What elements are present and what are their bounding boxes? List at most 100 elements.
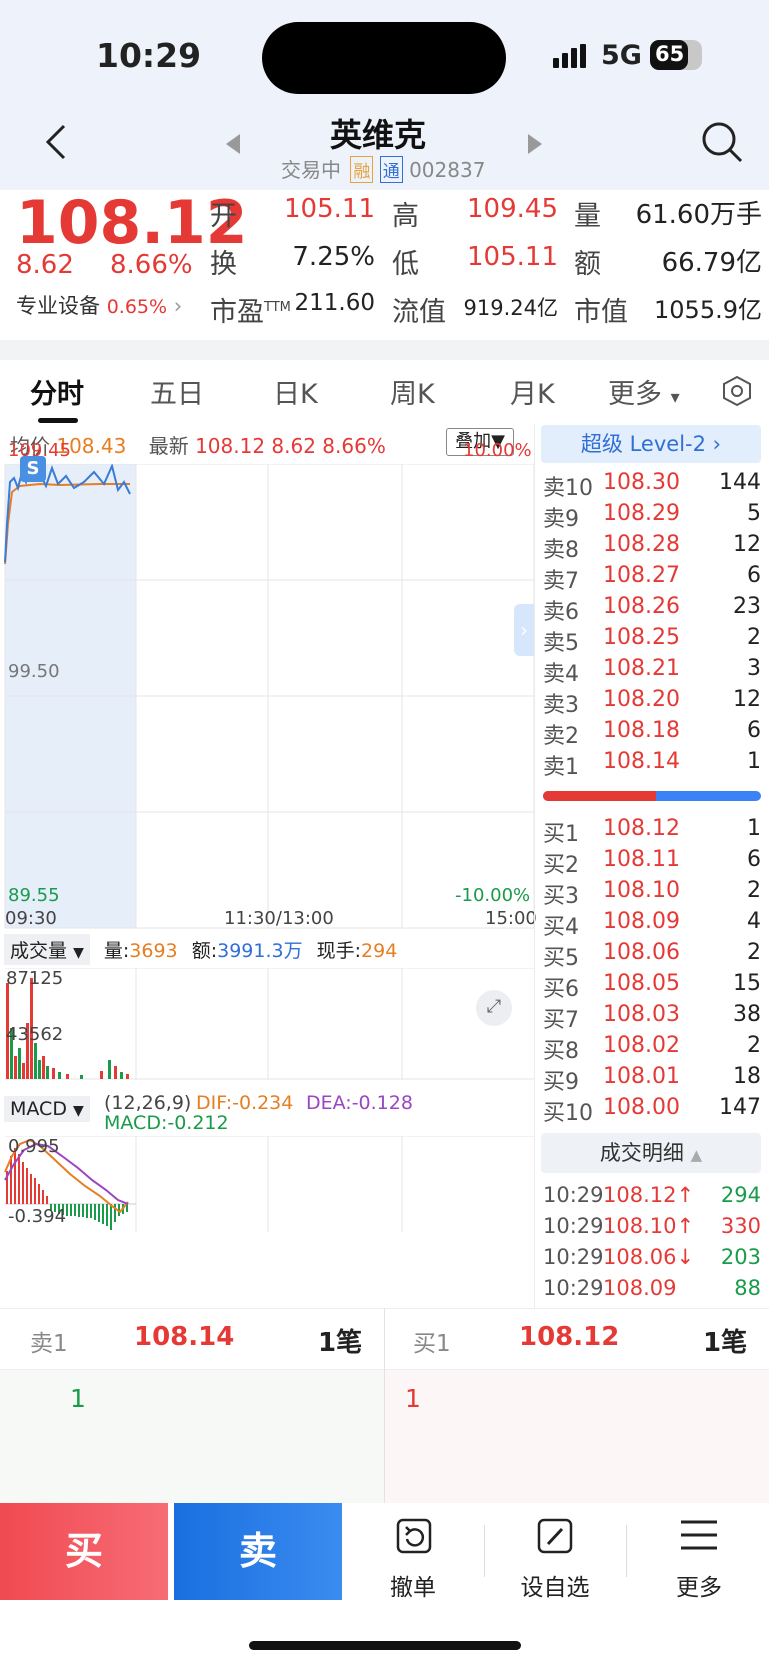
stock-code: 002837 bbox=[409, 158, 486, 182]
tab-five-day[interactable]: 五日 bbox=[150, 372, 204, 411]
buy-price: 108.10 bbox=[603, 878, 680, 903]
sell-row: 卖5 108.25 2 bbox=[543, 625, 761, 656]
intraday-chart[interactable]: 均价 108.43 最新 108.12 8.62 8.66% 叠加▼ 109.4… bbox=[0, 424, 537, 1308]
vol-label-top: 87125 bbox=[6, 968, 64, 989]
amt-label: 额: bbox=[191, 940, 218, 962]
sell-label: 卖7 bbox=[543, 569, 579, 594]
high-label: 高 bbox=[392, 201, 419, 232]
buy-label: 买3 bbox=[543, 884, 579, 909]
buy-volume: 2 bbox=[747, 878, 761, 903]
trade-row: 10:29 108.10↑ 330 bbox=[543, 1214, 761, 1245]
sell-row: 卖1 108.14 1 bbox=[543, 749, 761, 780]
signal-icon bbox=[553, 44, 589, 68]
sell-volume: 144 bbox=[719, 470, 761, 495]
vol-label: 量: bbox=[103, 940, 130, 962]
tab-monthly-k[interactable]: 月K bbox=[510, 372, 555, 411]
action-bar: 买 卖 撤单 设自选 更多 bbox=[0, 1503, 769, 1601]
y-label-bottom: 89.55 bbox=[8, 885, 60, 906]
sell-volume: 12 bbox=[733, 532, 761, 557]
vol-value: 3693 bbox=[129, 940, 178, 962]
level2-button[interactable]: 超级 Level-2 › bbox=[541, 425, 761, 463]
search-icon[interactable] bbox=[700, 120, 744, 164]
volume-label: 量 bbox=[574, 201, 601, 232]
badge-rong: 融 bbox=[350, 156, 374, 183]
sell-price: 108.21 bbox=[603, 656, 680, 681]
buy1-queue[interactable]: 买1 108.12 1笔 1 bbox=[385, 1308, 769, 1503]
sell-label: 卖4 bbox=[543, 662, 579, 687]
sell-volume: 6 bbox=[747, 718, 761, 743]
trade-detail-button[interactable]: 成交明细 ▲ bbox=[541, 1133, 761, 1173]
sell-label: 卖5 bbox=[543, 631, 579, 656]
buy-row: 买1 108.12 1 bbox=[543, 816, 761, 847]
buy-label: 买8 bbox=[543, 1039, 579, 1064]
order-queue-panel: 卖1 108.14 1笔 1 买1 108.12 1笔 1 bbox=[0, 1308, 769, 1503]
latest-change: 8.62 bbox=[271, 434, 316, 458]
prev-stock-icon[interactable] bbox=[226, 134, 240, 154]
buy-price: 108.06 bbox=[603, 940, 680, 965]
sell-price: 108.14 bbox=[603, 749, 680, 774]
tab-intraday[interactable]: 分时 bbox=[30, 372, 84, 411]
x-label-mid: 11:30/13:00 bbox=[224, 908, 334, 929]
low-value: 105.11 bbox=[467, 242, 558, 272]
buy-row: 买9 108.01 18 bbox=[543, 1064, 761, 1095]
sell-label: 卖8 bbox=[543, 538, 579, 563]
tab-weekly-k[interactable]: 周K bbox=[390, 372, 435, 411]
latest-value: 108.12 bbox=[195, 434, 266, 458]
macd-dea: DEA:-0.128 bbox=[306, 1092, 413, 1114]
pe-label: 市盈TTM bbox=[210, 290, 291, 329]
macd-indicator-button[interactable]: MACD ▼ bbox=[4, 1096, 90, 1122]
expand-chart-icon[interactable]: ⤢ bbox=[476, 990, 512, 1026]
expand-side-button[interactable]: › bbox=[514, 604, 534, 656]
amount-label: 额 bbox=[574, 249, 601, 280]
edit-icon bbox=[537, 1518, 573, 1554]
cancel-order-button[interactable]: 撤单 bbox=[343, 1503, 483, 1601]
divider bbox=[626, 1525, 627, 1577]
trading-status: 交易中 bbox=[281, 158, 341, 182]
next-stock-icon[interactable] bbox=[528, 134, 542, 154]
add-watchlist-label: 设自选 bbox=[520, 1575, 590, 1601]
buy-volume: 15 bbox=[733, 971, 761, 996]
tab-more[interactable]: 更多 ▾ bbox=[608, 372, 680, 411]
buy-row: 买4 108.09 4 bbox=[543, 909, 761, 940]
pct-label-top: 10.00% bbox=[463, 440, 532, 461]
back-icon[interactable] bbox=[38, 122, 78, 162]
sell-button[interactable]: 卖 bbox=[174, 1503, 342, 1600]
buy-label: 买5 bbox=[543, 946, 579, 971]
trade-price: 108.12↑ bbox=[603, 1183, 695, 1207]
buy-label: 买10 bbox=[543, 1101, 593, 1126]
trade-price: 108.09 bbox=[603, 1276, 677, 1300]
level2-label: 超级 Level-2 bbox=[580, 432, 706, 456]
sell-row: 卖10 108.30 144 bbox=[543, 470, 761, 501]
sell-volume: 1 bbox=[747, 749, 761, 774]
buy-label: 买7 bbox=[543, 1008, 579, 1033]
buy-label: 买6 bbox=[543, 977, 579, 1002]
chart-tabs: 分时 五日 日K 周K 月K 更多 ▾ bbox=[0, 360, 769, 424]
stock-subtitle: 交易中 融 通 002837 bbox=[281, 154, 485, 183]
sell1-price: 108.14 bbox=[134, 1322, 235, 1352]
volume-indicator-button[interactable]: 成交量 ▼ bbox=[4, 934, 90, 965]
s-marker[interactable]: S bbox=[20, 456, 46, 482]
buy-label: 买9 bbox=[543, 1070, 579, 1095]
home-indicator[interactable] bbox=[249, 1641, 521, 1650]
more-button[interactable]: 更多 bbox=[629, 1503, 769, 1601]
sell-row: 卖9 108.29 5 bbox=[543, 501, 761, 532]
sell-volume: 12 bbox=[733, 687, 761, 712]
float-label: 流值 bbox=[392, 297, 446, 328]
buy-button-label: 买 bbox=[64, 1529, 103, 1573]
buy-button[interactable]: 买 bbox=[0, 1503, 168, 1600]
caret-down-icon: ▾ bbox=[670, 387, 680, 408]
order-ratio-bar bbox=[543, 791, 761, 801]
tab-more-label: 更多 bbox=[608, 379, 662, 410]
add-watchlist-button[interactable]: 设自选 bbox=[485, 1503, 625, 1601]
sell-row: 卖4 108.21 3 bbox=[543, 656, 761, 687]
sector-link[interactable]: 专业设备 0.65% › bbox=[16, 290, 182, 320]
settings-hex-icon[interactable] bbox=[720, 374, 754, 408]
buy-price: 108.11 bbox=[603, 847, 680, 872]
sell1-queue[interactable]: 卖1 108.14 1笔 1 bbox=[0, 1308, 384, 1503]
sell-label: 卖1 bbox=[543, 755, 579, 780]
sell1-count: 1笔 bbox=[318, 1328, 363, 1358]
pe-sup: TTM bbox=[264, 300, 291, 315]
tab-daily-k[interactable]: 日K bbox=[273, 372, 318, 411]
sell-volume: 23 bbox=[733, 594, 761, 619]
buy-price: 108.09 bbox=[603, 909, 680, 934]
